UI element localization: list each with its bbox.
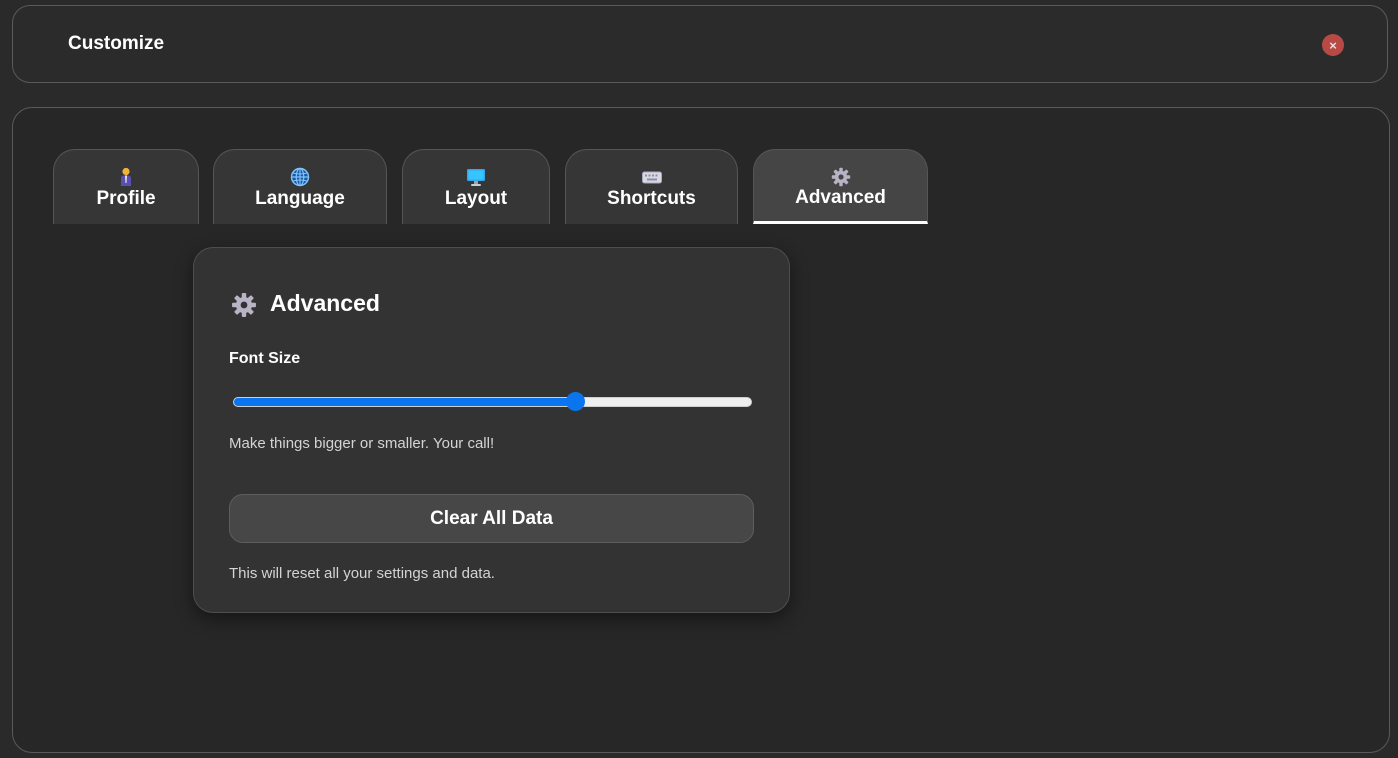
advanced-settings-card: Advanced Font Size Make things bigger or… [193,247,790,613]
settings-panel: Profile Language Layout Shortcuts Advanc… [12,107,1390,753]
gear-icon [231,292,257,318]
tab-label: Profile [96,188,156,209]
tab-label: Shortcuts [607,188,696,209]
font-size-help: Make things bigger or smaller. Your call… [229,435,495,452]
gear-icon [754,167,927,187]
tab-advanced[interactable]: Advanced [753,149,928,224]
close-button[interactable]: × [1322,34,1344,56]
tab-label: Advanced [795,187,886,208]
tab-label: Language [255,188,345,209]
section-title: Advanced [270,290,380,316]
tab-layout[interactable]: Layout [402,149,550,224]
globe-icon [214,167,386,187]
clear-all-data-button[interactable]: Clear All Data [229,494,754,543]
keyboard-icon [566,167,737,187]
tab-shortcuts[interactable]: Shortcuts [565,149,738,224]
tab-profile[interactable]: Profile [53,149,199,224]
tab-label: Layout [444,188,508,209]
reset-warning-text: This will reset all your settings and da… [229,565,495,582]
dialog-header: Customize × [12,5,1388,83]
person-icon [54,167,198,187]
monitor-icon [403,167,549,187]
dialog-title: Customize [68,33,165,54]
slider-fill [234,398,576,406]
tab-language[interactable]: Language [213,149,387,224]
font-size-slider[interactable] [233,392,752,411]
font-size-label: Font Size [229,350,301,367]
slider-thumb[interactable] [566,392,586,411]
close-icon: × [1329,37,1337,53]
